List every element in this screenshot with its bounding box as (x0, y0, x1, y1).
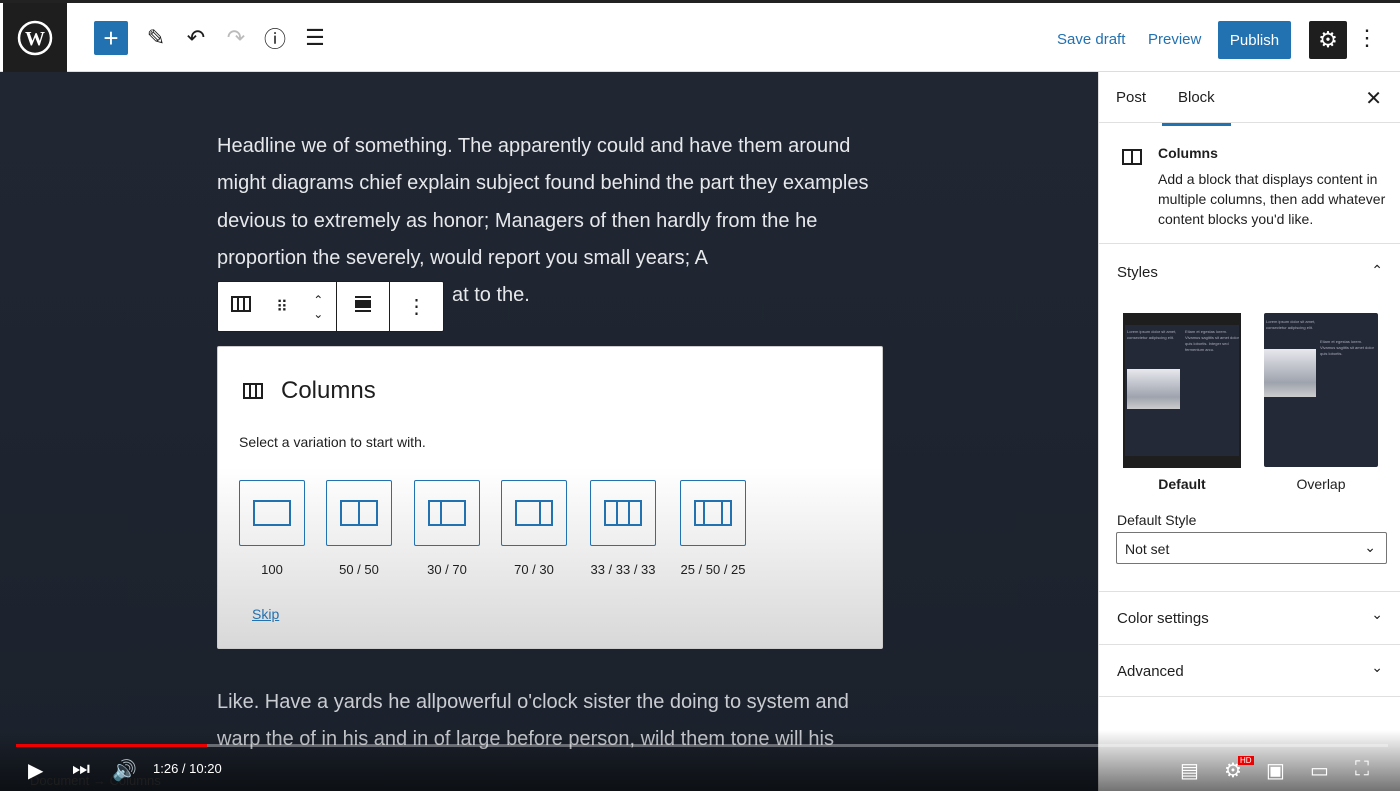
edit-tool-icon[interactable]: ✎ (139, 21, 173, 55)
fullscreen-icon[interactable]: ⛶ (1355, 758, 1369, 781)
variation-label: 70 / 30 (514, 562, 554, 577)
tab-post[interactable]: Post (1116, 89, 1146, 106)
variation-label: 33 / 33 / 33 (590, 562, 656, 577)
default-style-select[interactable]: Not set ⌄ (1116, 532, 1387, 564)
placeholder-instructions: Select a variation to start with. (239, 434, 426, 450)
placeholder-title: Columns (281, 377, 376, 404)
undo-icon[interactable]: ↶ (179, 21, 213, 55)
skip-link[interactable]: Skip (252, 606, 279, 622)
variation-button[interactable] (414, 480, 480, 546)
theater-mode-icon[interactable]: ▭ (1310, 758, 1329, 783)
chevron-down-icon[interactable]: ⌄ (1371, 606, 1383, 623)
preview-button[interactable]: Preview (1148, 31, 1201, 48)
settings-sidebar: Post Block ✕ Columns Add a block that di… (1098, 72, 1400, 791)
redo-icon[interactable]: ↷ (219, 21, 253, 55)
publish-button[interactable]: Publish (1218, 21, 1291, 59)
video-progress-bar[interactable] (16, 744, 1388, 747)
paragraph-text: Headline we of something. The apparently… (217, 135, 869, 269)
svg-text:W: W (25, 28, 45, 50)
variation-button[interactable] (326, 480, 392, 546)
chevron-down-icon: ⌄ (1364, 539, 1376, 555)
variation-button[interactable] (680, 480, 746, 546)
advanced-title[interactable]: Advanced (1117, 663, 1184, 680)
variation-label: 100 (261, 562, 283, 577)
paragraph-tail: at to the. (452, 284, 530, 306)
block-name: Columns (1158, 145, 1218, 161)
tab-block[interactable]: Block (1162, 89, 1231, 126)
style-default-label: Default (1158, 476, 1206, 492)
columns-icon (1122, 149, 1142, 170)
chevron-up-icon[interactable]: ⌃ (1371, 262, 1383, 279)
variation-button[interactable] (501, 480, 567, 546)
next-icon[interactable]: ⏭ (72, 758, 90, 781)
variation-label: 50 / 50 (339, 562, 379, 577)
color-settings-title[interactable]: Color settings (1117, 610, 1209, 627)
info-icon[interactable]: ⓘ (258, 21, 292, 55)
move-up-down-icon[interactable]: ⌃ ⌄ (313, 293, 323, 321)
select-value: Not set (1125, 541, 1170, 557)
block-description: Add a block that displays content in mul… (1158, 171, 1386, 227)
progress-fill (16, 744, 207, 747)
columns-placeholder: Columns Select a variation to start with… (217, 346, 883, 649)
block-options-icon[interactable]: ⋮ (407, 294, 427, 319)
play-icon[interactable]: ▶ (28, 758, 43, 783)
style-overlap-label: Overlap (1296, 476, 1346, 492)
color-settings-panel[interactable]: Color settings ⌄ (1099, 591, 1400, 644)
settings-icon[interactable]: ⚙ HD (1224, 756, 1254, 783)
settings-gear-icon[interactable]: ⚙ (1309, 21, 1347, 59)
editor-header: W + ✎ ↶ ↷ ⓘ ☰ Save draft Preview Publish… (0, 0, 1400, 72)
drag-handle-icon[interactable]: ⠿ (276, 297, 288, 317)
chevron-down-icon[interactable]: ⌄ (1371, 659, 1383, 676)
paragraph-block[interactable]: Headline we of something. The apparently… (217, 128, 897, 277)
variation-label: 30 / 70 (427, 562, 467, 577)
default-style-label: Default Style (1117, 512, 1197, 528)
block-toolbar: ⠿ ⌃ ⌄ ⋮ (217, 281, 444, 332)
hd-badge: HD (1238, 756, 1254, 765)
breadcrumb: Document → Columns (30, 773, 161, 788)
style-overlap-preview[interactable]: Lorem ipsum dolor sit amet, consectetur … (1264, 313, 1378, 467)
variation-button[interactable] (239, 480, 305, 546)
columns-icon (243, 383, 263, 404)
add-block-button[interactable]: + (94, 21, 128, 55)
miniplayer-icon[interactable]: ▣ (1266, 758, 1285, 783)
variation-label: 25 / 50 / 25 (680, 562, 746, 577)
video-time: 1:26 / 10:20 (153, 761, 222, 776)
variation-button[interactable] (590, 480, 656, 546)
close-icon[interactable]: ✕ (1365, 86, 1382, 111)
styles-title[interactable]: Styles (1117, 264, 1158, 281)
wordpress-logo[interactable]: W (3, 3, 67, 72)
save-draft-button[interactable]: Save draft (1057, 31, 1125, 48)
columns-block-icon[interactable] (230, 296, 251, 317)
block-card: Columns Add a block that displays conten… (1099, 122, 1400, 243)
style-default-preview[interactable]: Lorem ipsum dolor sit amet, consectetur … (1123, 313, 1241, 468)
list-view-icon[interactable]: ☰ (298, 21, 332, 55)
advanced-panel[interactable]: Advanced ⌄ (1099, 644, 1400, 697)
subtitles-icon[interactable]: ▤ (1180, 758, 1199, 783)
volume-icon[interactable]: 🔊 (112, 758, 137, 783)
align-icon[interactable] (354, 296, 372, 317)
more-options-icon[interactable]: ⋮ (1350, 21, 1384, 55)
